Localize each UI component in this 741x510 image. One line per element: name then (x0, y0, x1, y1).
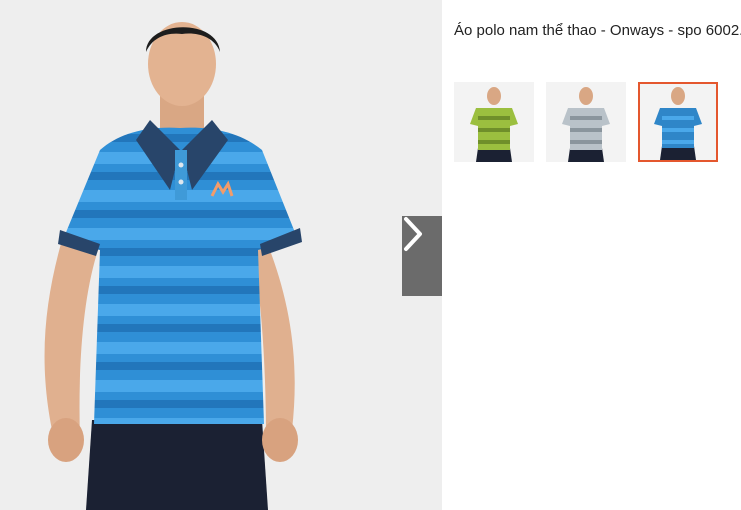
thumbnail-grey-polo[interactable] (546, 82, 626, 162)
thumbnail-image (454, 82, 534, 162)
product-title: Áo polo nam thể thao - Onways - spo 6002… (454, 22, 741, 39)
product-main-image (44, 22, 302, 510)
product-image-viewer (0, 0, 442, 510)
thumbnail-image (640, 84, 716, 160)
thumbnail-blue-polo[interactable] (638, 82, 718, 162)
thumbnail-green-polo[interactable] (454, 82, 534, 162)
chevron-right-icon (404, 217, 422, 251)
thumbnail-image (546, 82, 626, 162)
product-info: Áo polo nam thể thao - Onways - spo 6002… (454, 22, 741, 40)
next-image-button[interactable] (402, 216, 442, 296)
